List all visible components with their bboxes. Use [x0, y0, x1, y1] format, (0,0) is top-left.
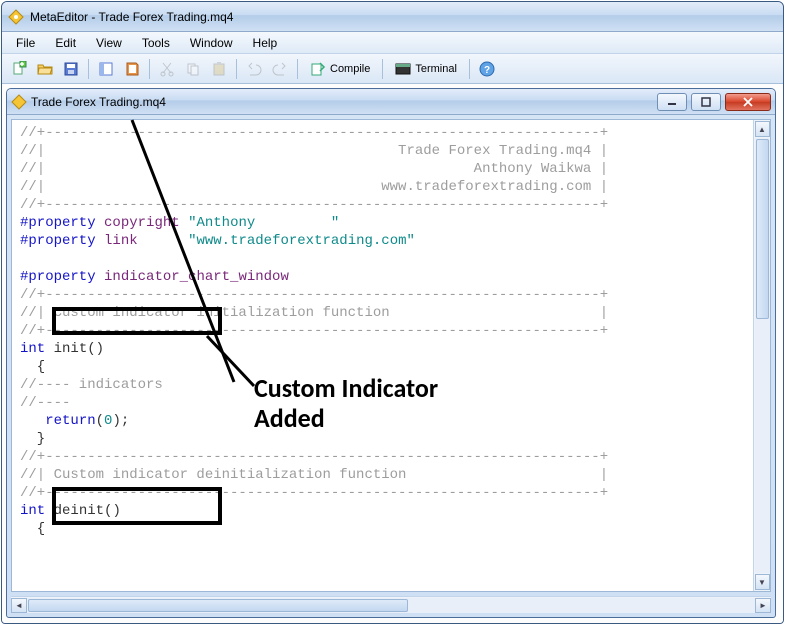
svg-text:?: ? [484, 65, 490, 76]
mdi-client-area: Trade Forex Trading.mq4 //+-------------… [2, 84, 783, 623]
document-window: Trade Forex Trading.mq4 //+-------------… [6, 88, 776, 618]
navigator-button[interactable] [94, 57, 118, 81]
undo-icon [246, 61, 262, 77]
maximize-button[interactable] [691, 93, 721, 111]
copy-button[interactable] [181, 57, 205, 81]
undo-button[interactable] [242, 57, 266, 81]
scroll-right-button[interactable]: ► [755, 598, 771, 613]
horizontal-scrollbar[interactable]: ◄ ► [11, 596, 771, 613]
cut-button[interactable] [155, 57, 179, 81]
toolbox-button[interactable] [120, 57, 144, 81]
menu-edit[interactable]: Edit [45, 34, 86, 52]
terminal-button[interactable]: Terminal [388, 57, 464, 81]
scroll-track[interactable] [755, 138, 770, 573]
redo-icon [272, 61, 288, 77]
scroll-left-button[interactable]: ◄ [11, 598, 27, 613]
save-icon [63, 61, 79, 77]
metaeditor-icon [8, 9, 24, 25]
compile-icon [310, 61, 326, 77]
help-icon: ? [479, 61, 495, 77]
toolbar-separator [88, 59, 89, 79]
scroll-thumb[interactable] [28, 599, 408, 612]
save-button[interactable] [59, 57, 83, 81]
menubar: File Edit View Tools Window Help [2, 32, 783, 54]
terminal-label: Terminal [415, 63, 457, 75]
menu-window[interactable]: Window [180, 34, 243, 52]
new-file-icon [11, 61, 27, 77]
code-content: //+-------------------------------------… [12, 120, 753, 542]
help-button[interactable]: ? [475, 57, 499, 81]
terminal-icon [395, 61, 411, 77]
new-file-button[interactable] [7, 57, 31, 81]
copy-icon [185, 61, 201, 77]
vertical-scrollbar[interactable]: ▲ ▼ [753, 120, 770, 591]
close-icon [742, 97, 754, 107]
book-icon [124, 61, 140, 77]
toolbar-separator [382, 59, 383, 79]
compile-label: Compile [330, 63, 370, 75]
menu-file[interactable]: File [6, 34, 45, 52]
scroll-up-button[interactable]: ▲ [755, 121, 770, 137]
toolbar-separator [149, 59, 150, 79]
toolbar: Compile Terminal ? [2, 54, 783, 84]
app-window: MetaEditor - Trade Forex Trading.mq4 Fil… [1, 1, 784, 624]
editor-area: //+-------------------------------------… [11, 119, 771, 592]
scroll-track[interactable] [27, 598, 755, 613]
cut-icon [159, 61, 175, 77]
open-button[interactable] [33, 57, 57, 81]
folder-open-icon [37, 61, 53, 77]
maximize-icon [701, 97, 711, 107]
menu-help[interactable]: Help [243, 34, 288, 52]
document-titlebar[interactable]: Trade Forex Trading.mq4 [7, 89, 775, 115]
scroll-down-button[interactable]: ▼ [755, 574, 770, 590]
close-button[interactable] [725, 93, 771, 111]
panel-icon [98, 61, 114, 77]
toolbar-separator [236, 59, 237, 79]
mq4-file-icon [11, 94, 27, 110]
app-title: MetaEditor - Trade Forex Trading.mq4 [30, 10, 233, 24]
menu-tools[interactable]: Tools [132, 34, 180, 52]
paste-icon [211, 61, 227, 77]
compile-button[interactable]: Compile [303, 57, 377, 81]
scroll-thumb[interactable] [756, 139, 769, 319]
minimize-button[interactable] [657, 93, 687, 111]
code-editor[interactable]: //+-------------------------------------… [12, 120, 753, 591]
toolbar-separator [297, 59, 298, 79]
toolbar-separator [469, 59, 470, 79]
minimize-icon [667, 98, 677, 106]
app-titlebar[interactable]: MetaEditor - Trade Forex Trading.mq4 [2, 2, 783, 32]
redo-button[interactable] [268, 57, 292, 81]
menu-view[interactable]: View [86, 34, 132, 52]
paste-button[interactable] [207, 57, 231, 81]
document-title: Trade Forex Trading.mq4 [31, 95, 166, 109]
